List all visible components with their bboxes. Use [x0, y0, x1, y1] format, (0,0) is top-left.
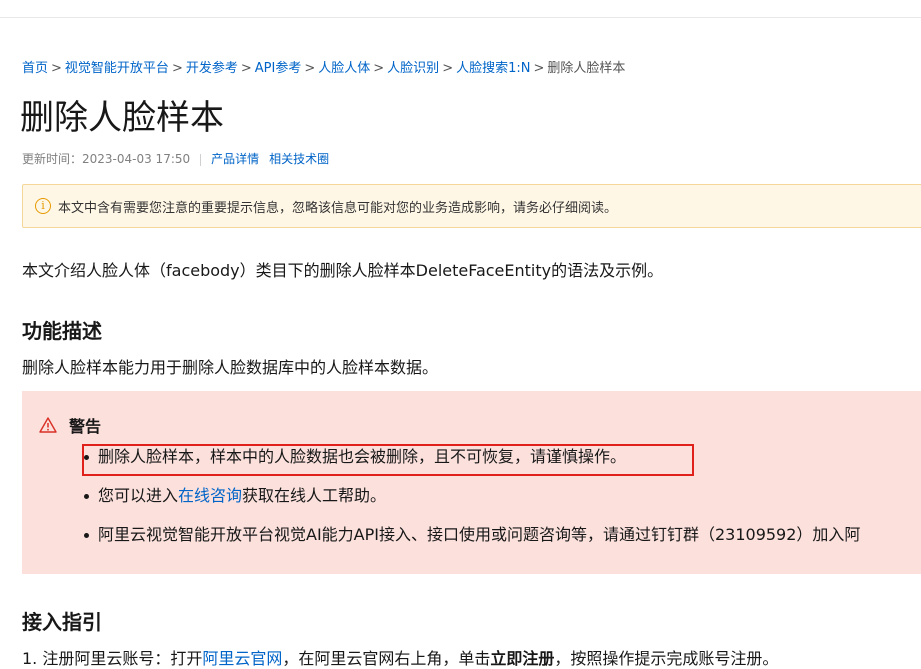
- notice-text: 本文中含有需要您注意的重要提示信息，忽略该信息可能对您的业务造成影响，请务必仔细…: [58, 200, 618, 216]
- online-consult-link[interactable]: 在线咨询: [178, 486, 242, 505]
- info-circle-icon: i: [35, 198, 51, 214]
- aliyun-site-link[interactable]: 阿里云官网: [202, 649, 282, 668]
- warning-title: 警告: [69, 417, 102, 436]
- breadcrumb-item-face-body[interactable]: 人脸人体: [318, 61, 370, 76]
- tech-circle-link[interactable]: 相关技术圈: [269, 152, 329, 166]
- important-notice: i 本文中含有需要您注意的重要提示信息，忽略该信息可能对您的业务造成影响，请务必…: [22, 184, 921, 228]
- warning-item: 删除人脸样本，样本中的人脸数据也会被删除，且不可恢复，请谨慎操作。: [83, 447, 860, 467]
- register-now-text: 立即注册: [490, 649, 555, 668]
- product-details-link[interactable]: 产品详情: [211, 152, 259, 166]
- breadcrumb-separator: >: [171, 61, 183, 76]
- breadcrumb-separator: >: [373, 61, 385, 76]
- breadcrumb-item-face-search[interactable]: 人脸搜索1:N: [456, 61, 530, 76]
- warning-item-text: 获取在线人工帮助。: [242, 486, 387, 505]
- breadcrumb: 首页 > 视觉智能开放平台 > 开发参考 > API参考 > 人脸人体 > 人脸识别 > 人脸搜索1:N…: [22, 57, 625, 76]
- breadcrumb-item-face-recognition[interactable]: 人脸识别: [387, 61, 439, 76]
- breadcrumb-separator: >: [304, 61, 316, 76]
- warning-item-text: 阿里云视觉智能开放平台视觉AI能力API接入、接口使用或问题咨询等，请通过钉钉群…: [98, 525, 861, 544]
- warning-item: 阿里云视觉智能开放平台视觉AI能力API接入、接口使用或问题咨询等，请通过钉钉群…: [83, 525, 861, 545]
- guide-step-1: 1. 注册阿里云账号：打开阿里云官网，在阿里云官网右上角，单击立即注册，按照操作…: [22, 645, 778, 669]
- breadcrumb-item-api-reference[interactable]: API参考: [255, 61, 302, 76]
- step-text: 1. 注册阿里云账号：打开: [22, 649, 203, 668]
- meta-divider: [200, 153, 202, 166]
- page-meta: 更新时间：2023-04-03 17:50 产品详情 相关技术圈: [22, 150, 339, 167]
- top-bar: [0, 0, 921, 18]
- warning-box: 警告 删除人脸样本，样本中的人脸数据也会被删除，且不可恢复，请谨慎操作。 您可以…: [22, 391, 921, 574]
- breadcrumb-current: 删除人脸样本: [547, 61, 626, 76]
- function-description: 删除人脸样本能力用于删除人脸数据库中的人脸样本数据。: [22, 358, 439, 377]
- section-heading-function: 功能描述: [22, 319, 102, 343]
- page-title: 删除人脸样本: [20, 98, 224, 138]
- breadcrumb-separator: >: [240, 61, 252, 76]
- warning-triangle-icon: [39, 417, 57, 433]
- breadcrumb-item-dev-reference[interactable]: 开发参考: [186, 61, 238, 76]
- warning-item: 您可以进入在线咨询获取在线人工帮助。: [83, 486, 860, 506]
- breadcrumb-separator: >: [51, 61, 62, 76]
- warning-list: 删除人脸样本，样本中的人脸数据也会被删除，且不可恢复，请谨慎操作。 您可以进入在…: [83, 447, 861, 564]
- breadcrumb-item-home[interactable]: 首页: [22, 61, 48, 76]
- warning-header: 警告: [39, 413, 101, 437]
- warning-item-text: 删除人脸样本，样本中的人脸数据也会被删除，且不可恢复，请谨慎操作。: [98, 447, 627, 466]
- step-text: ，按照操作提示完成账号注册。: [554, 649, 779, 668]
- section-heading-guide: 接入指引: [22, 610, 102, 634]
- step-text: ，在阿里云官网右上角，单击: [282, 649, 491, 668]
- breadcrumb-item-vision-platform[interactable]: 视觉智能开放平台: [65, 61, 169, 76]
- updated-time: 更新时间：2023-04-03 17:50: [22, 152, 191, 166]
- breadcrumb-separator: >: [533, 61, 545, 76]
- warning-item-text: 您可以进入: [98, 486, 179, 505]
- intro-text: 本文介绍人脸人体（facebody）类目下的删除人脸样本DeleteFaceEn…: [22, 261, 664, 280]
- breadcrumb-separator: >: [442, 61, 454, 76]
